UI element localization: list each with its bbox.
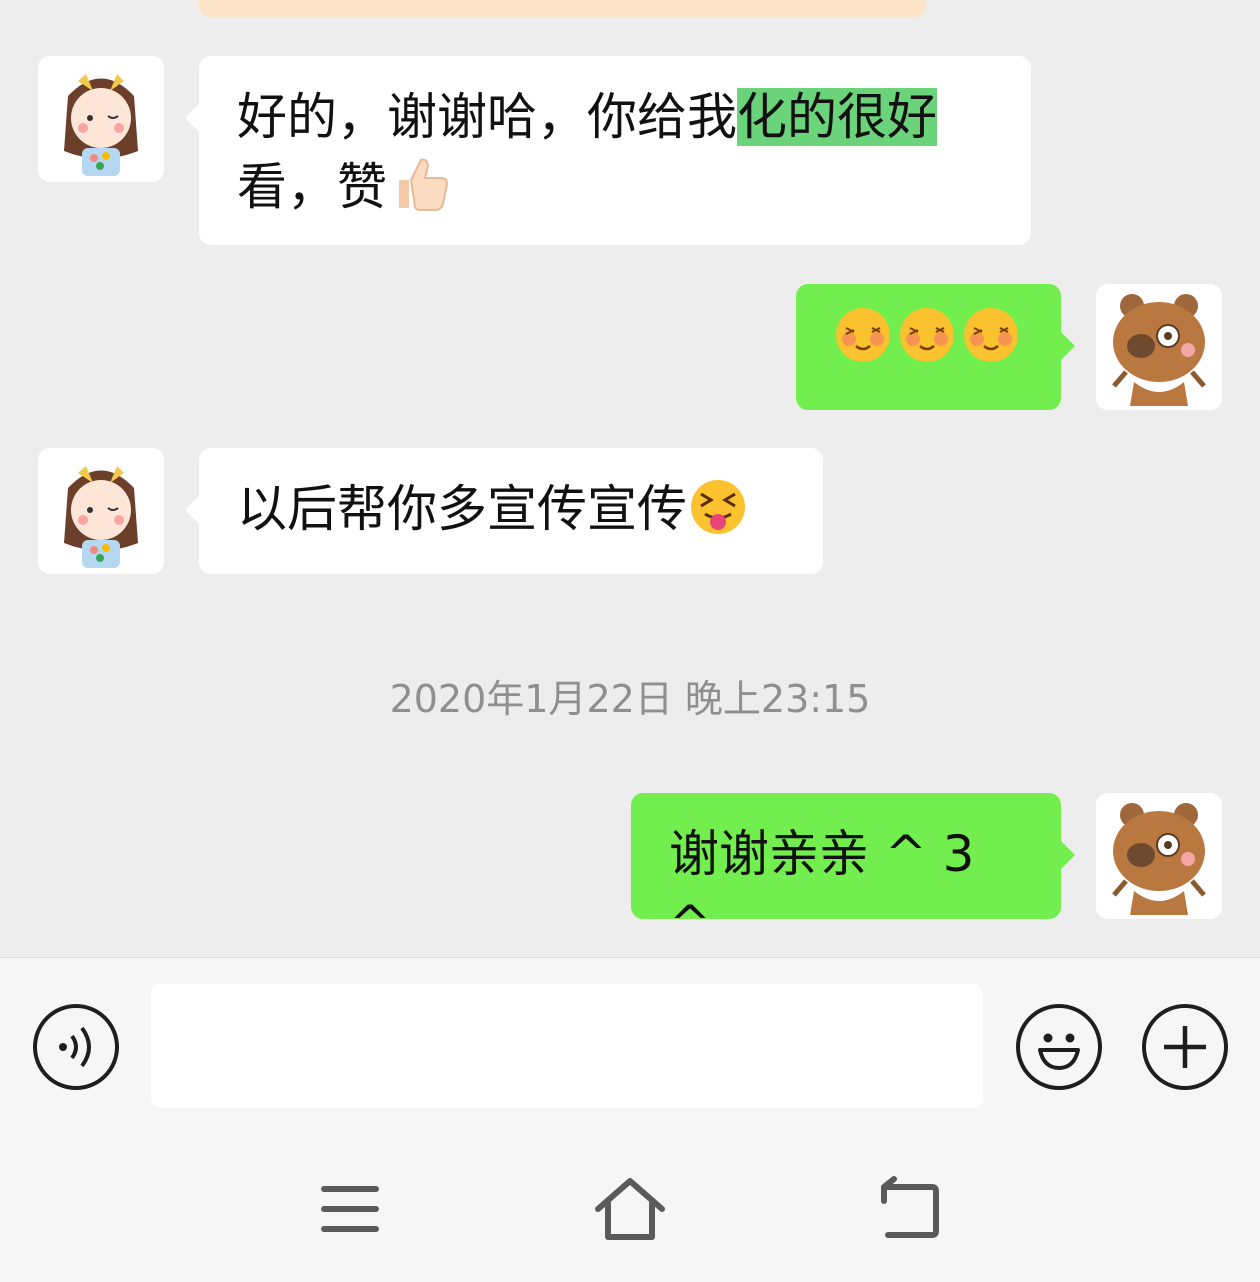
menu-icon[interactable]	[310, 1175, 390, 1245]
emoji-icon[interactable]	[1016, 1004, 1102, 1090]
tongue-squint-emoji-icon	[689, 478, 747, 554]
contact-avatar[interactable]	[38, 448, 164, 574]
message-text: 谢谢亲亲 ^ 3 ^	[669, 825, 975, 953]
message-timestamp: 2020年1月22日 晚上23:15	[389, 677, 871, 721]
home-icon[interactable]	[590, 1175, 670, 1245]
contact-avatar[interactable]	[38, 56, 164, 182]
message-input[interactable]	[151, 984, 983, 1108]
incoming-message[interactable]: 好的，谢谢哈，你给我化的很好 看，赞	[185, 56, 1031, 245]
my-avatar[interactable]	[1096, 284, 1222, 410]
blushing-face-emoji-icon	[962, 306, 1020, 382]
chat-screen: 好的，谢谢哈，你给我化的很好 看，赞 以后帮你多宣传宣传 2020年1月22日 …	[0, 0, 1260, 1282]
my-avatar[interactable]	[1096, 793, 1222, 919]
message-text: 以后帮你多宣传宣传	[237, 480, 687, 538]
thumbs-up-emoji-icon	[391, 154, 451, 232]
system-navigation-bar	[0, 1127, 1260, 1282]
highlighted-text: 化的很好	[737, 88, 937, 146]
incoming-message[interactable]: 以后帮你多宣传宣传	[185, 448, 823, 574]
previous-message-bubble[interactable]	[198, 0, 926, 18]
outgoing-message[interactable]	[796, 284, 1075, 410]
message-text: 看，赞	[237, 158, 387, 216]
chat-input-bar	[0, 957, 1260, 1127]
outgoing-message[interactable]: 谢谢亲亲 ^ 3 ^	[631, 793, 1075, 953]
blushing-face-emoji-icon	[834, 306, 892, 382]
back-icon[interactable]	[870, 1175, 950, 1245]
voice-input-icon[interactable]	[33, 1004, 119, 1090]
message-text: 好的，谢谢哈，你给我	[237, 88, 737, 146]
plus-icon[interactable]	[1142, 1004, 1228, 1090]
blushing-face-emoji-icon	[898, 306, 956, 382]
